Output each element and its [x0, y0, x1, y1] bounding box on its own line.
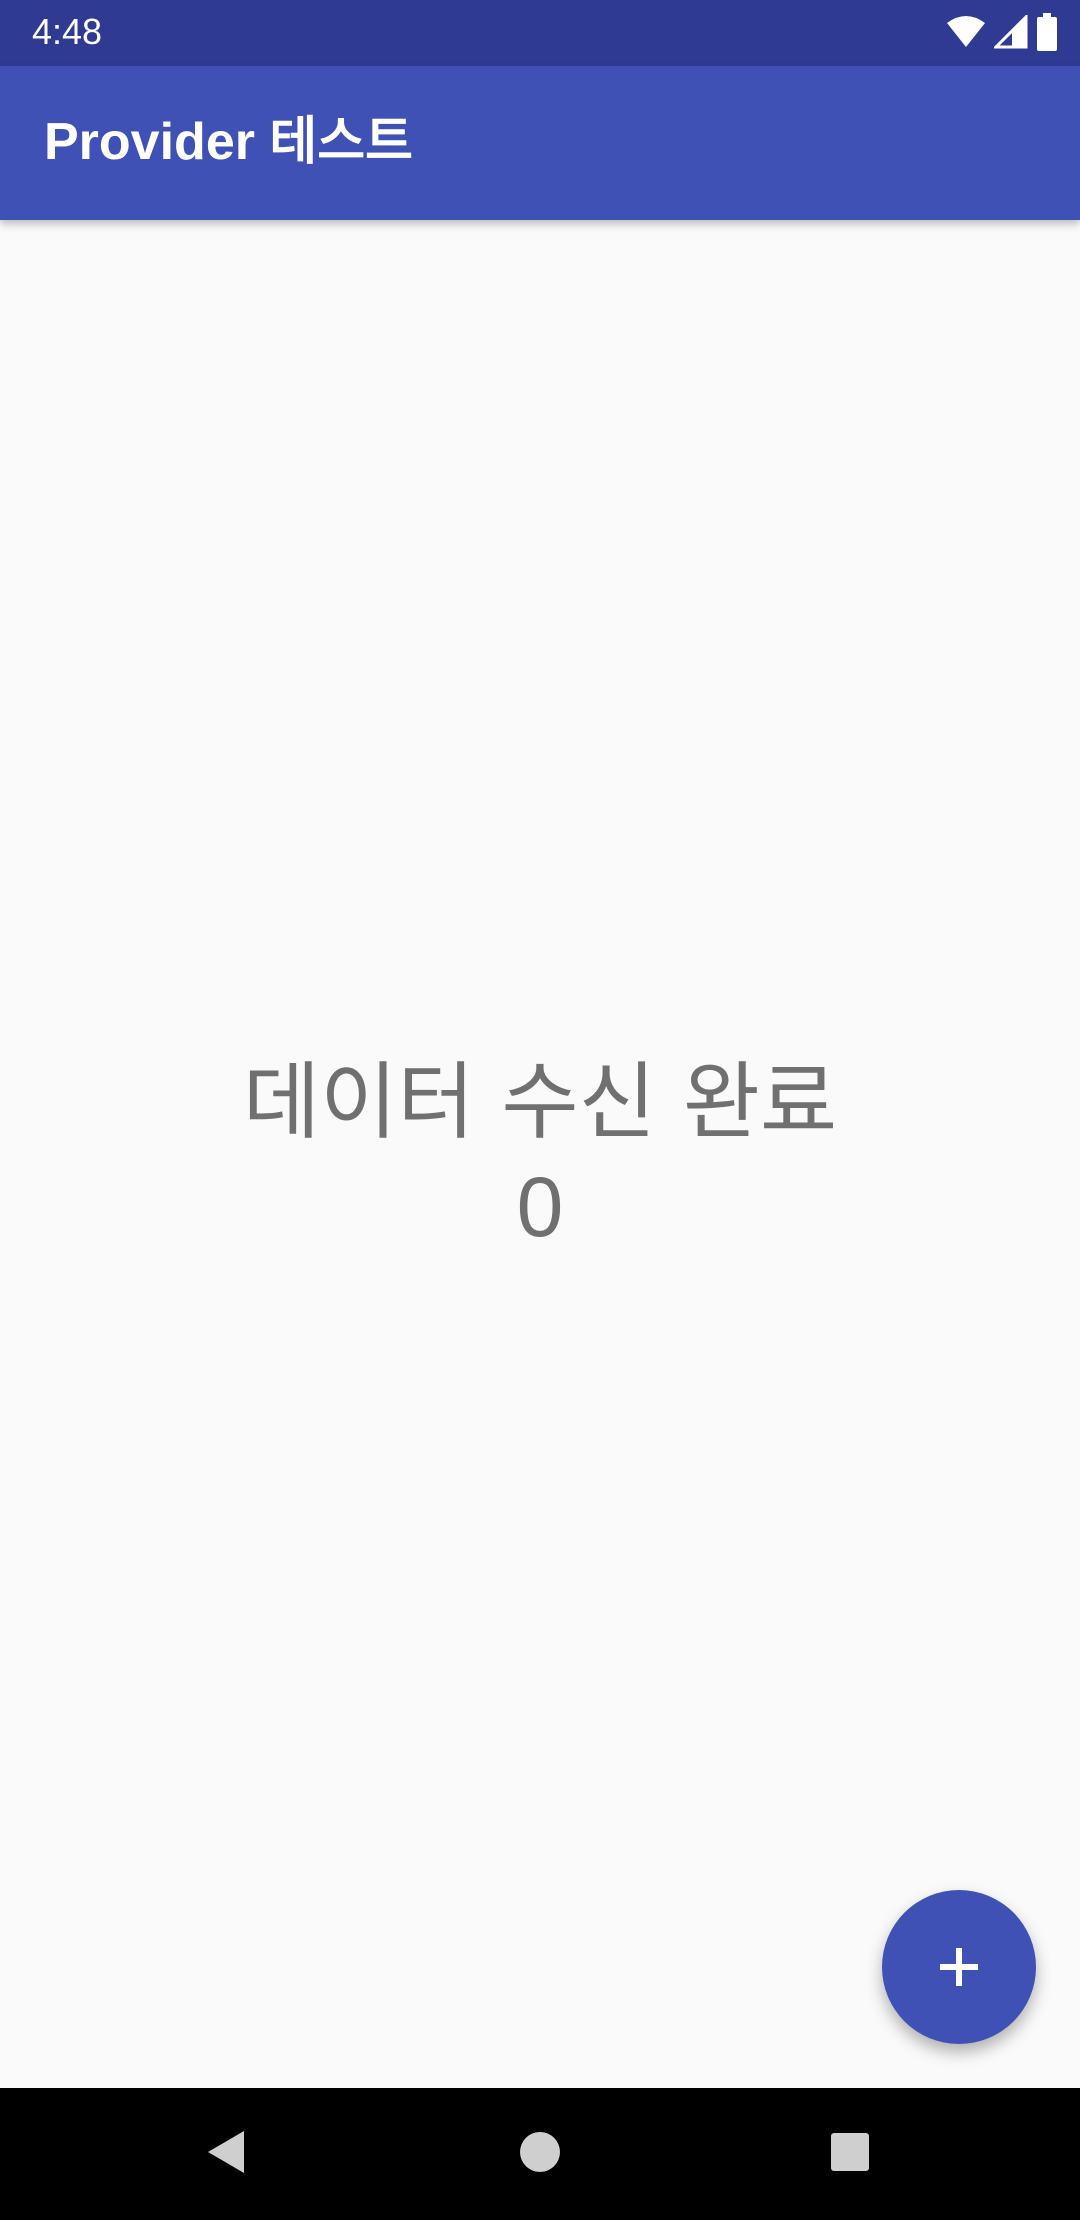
- back-button[interactable]: [166, 2088, 286, 2220]
- main-content: 데이터 수신 완료 0: [0, 220, 1080, 2088]
- recents-button[interactable]: [790, 2088, 910, 2220]
- status-time: 4:48: [32, 11, 103, 52]
- home-button[interactable]: [480, 2088, 600, 2220]
- battery-icon: [1036, 13, 1058, 55]
- navigation-bar: [0, 2088, 1080, 2220]
- add-fab-button[interactable]: [882, 1890, 1036, 2044]
- plus-icon: [937, 1945, 981, 1989]
- status-bar: 4:48: [0, 0, 1080, 66]
- app-title: Provider 테스트: [44, 113, 413, 171]
- app-bar: Provider 테스트: [0, 66, 1080, 220]
- back-icon: [204, 2129, 248, 2179]
- app-screen: 4:48 Provider 테스트 데이터 수신 완료 0: [0, 0, 1080, 2220]
- wifi-icon: [946, 15, 986, 53]
- status-icons: [946, 13, 1058, 55]
- status-block: 데이터 수신 완료 0: [0, 1052, 1080, 1262]
- received-message: 데이터 수신 완료: [242, 1053, 838, 1151]
- counter-value: 0: [516, 1160, 564, 1254]
- recents-icon: [830, 2132, 870, 2176]
- home-icon: [519, 2131, 561, 2177]
- cell-signal-icon: [992, 13, 1028, 53]
